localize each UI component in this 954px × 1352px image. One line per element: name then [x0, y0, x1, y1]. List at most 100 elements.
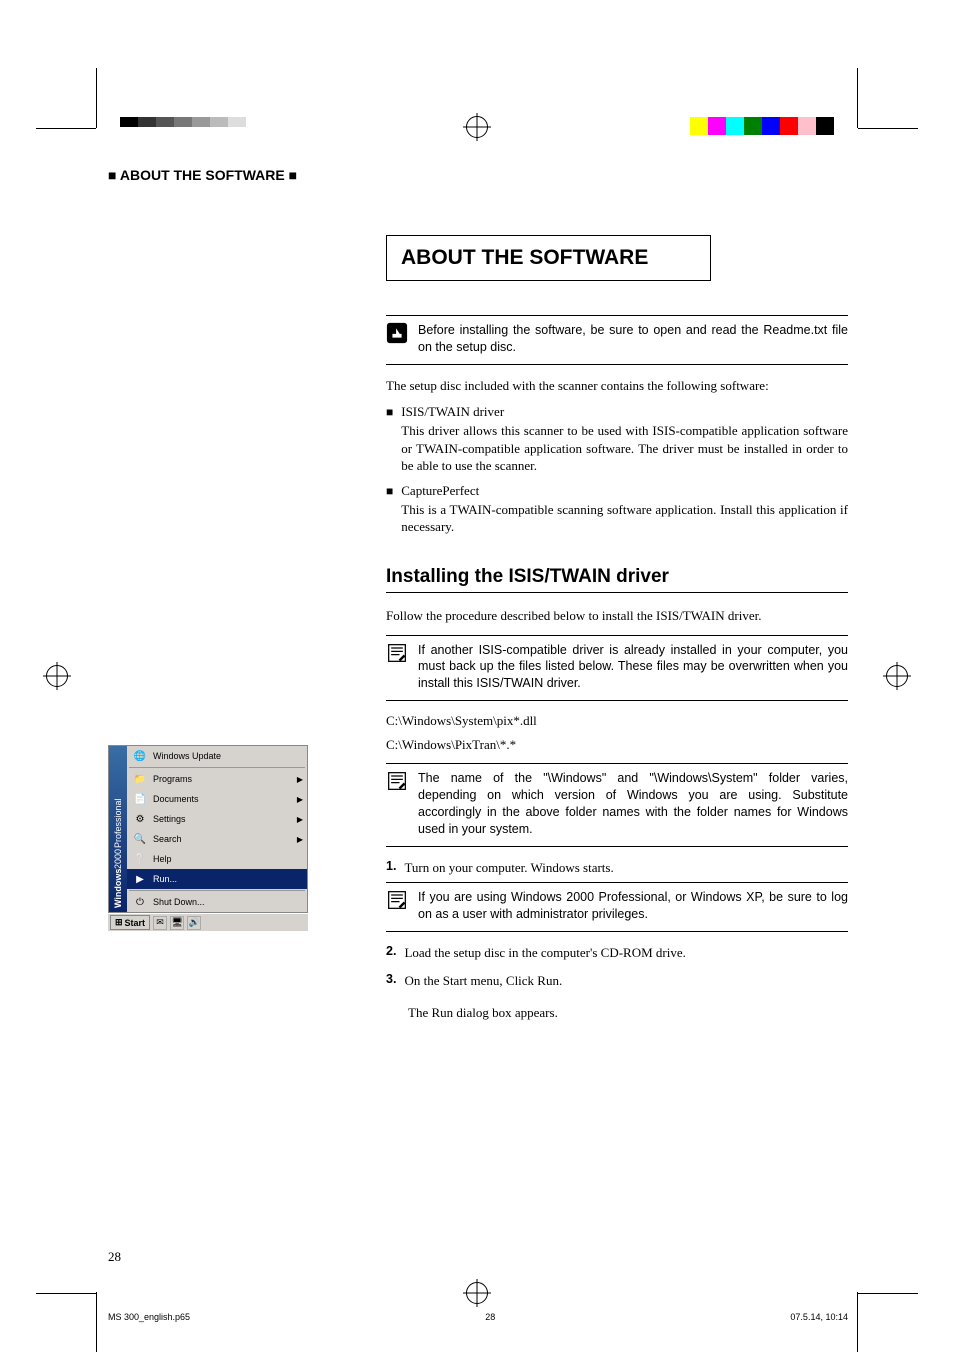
- grayscale-calibration-bar: [120, 117, 264, 127]
- crop-mark: [36, 128, 96, 129]
- start-menu-item[interactable]: 🌐 Windows Update: [127, 746, 307, 766]
- right-column: ABOUT THE SOFTWARE Before installing the…: [386, 235, 848, 1021]
- important-note-text: Before installing the software, be sure …: [418, 322, 848, 356]
- crop-mark: [857, 1292, 858, 1352]
- bullet-glyph: ■: [386, 404, 393, 475]
- menu-item-label: Help: [153, 854, 172, 864]
- result-text: The Run dialog box appears.: [408, 1005, 848, 1021]
- start-menu-screenshot: Windows 2000 Professional 🌐 Windows Updat…: [108, 745, 308, 931]
- tray-icon[interactable]: ✉: [153, 916, 167, 930]
- file-path: C:\Windows\System\pix*.dll: [386, 713, 848, 729]
- memo-note: The name of the "\Windows" and "\Windows…: [386, 763, 848, 847]
- menu-item-icon: ❔: [133, 852, 147, 866]
- file-path: C:\Windows\PixTran\*.*: [386, 737, 848, 753]
- color-calibration-bar: [690, 117, 834, 135]
- menu-item-label: Windows Update: [153, 751, 221, 761]
- footer-page: 28: [485, 1312, 495, 1322]
- crop-mark: [36, 1293, 96, 1294]
- start-menu-item[interactable]: 📁 Programs ▶: [127, 769, 307, 789]
- crop-mark: [858, 1293, 918, 1294]
- color-swatch: [744, 117, 762, 135]
- color-swatch: [780, 117, 798, 135]
- start-menu-item[interactable]: ▶ Run...: [127, 869, 307, 889]
- menu-item-icon: ▶: [133, 872, 147, 886]
- bullet-title: ISIS/TWAIN driver: [401, 404, 848, 420]
- menu-divider: [129, 890, 305, 891]
- tray-icon[interactable]: 🖥: [170, 916, 184, 930]
- color-swatch: [708, 117, 726, 135]
- memo-note-text: If another ISIS-compatible driver is alr…: [418, 642, 848, 693]
- color-swatch: [798, 117, 816, 135]
- footer-filename: MS 300_english.p65: [108, 1312, 190, 1322]
- color-swatch: [726, 117, 744, 135]
- start-menu-item[interactable]: 📄Documents▶: [127, 789, 307, 809]
- taskbar: ⊞ Start ✉ 🖥 🔊: [108, 913, 308, 931]
- menu-item-icon: 🔍: [133, 832, 147, 846]
- important-note: Before installing the software, be sure …: [386, 315, 848, 365]
- menu-item-icon: ⏻: [133, 895, 147, 909]
- registration-target-icon: [886, 665, 908, 687]
- stripe-2000: 2000: [113, 849, 123, 869]
- gray-swatch: [210, 117, 228, 127]
- bullet-glyph: ■: [386, 483, 393, 536]
- memo-icon: [386, 770, 408, 792]
- crop-mark: [96, 1292, 97, 1352]
- bullet-item: ■ ISIS/TWAIN driver This driver allows t…: [386, 404, 848, 475]
- subsection-intro: Follow the procedure described below to …: [386, 607, 848, 625]
- menu-item-label: Programs: [153, 774, 192, 784]
- page-content: ■ ABOUT THE SOFTWARE ■ Windows 2000 Prof…: [108, 145, 848, 1265]
- menu-item-icon: 🌐: [133, 749, 147, 763]
- memo-note: If another ISIS-compatible driver is alr…: [386, 635, 848, 702]
- start-menu-item[interactable]: ⏻ Shut Down...: [127, 892, 307, 912]
- step-text: Turn on your computer. Windows starts.: [404, 859, 613, 877]
- crop-mark: [857, 68, 858, 128]
- start-menu-stripe: Windows 2000 Professional: [109, 746, 127, 912]
- start-menu-item[interactable]: ❔ Help: [127, 849, 307, 869]
- running-head-text: ABOUT THE SOFTWARE: [120, 167, 285, 183]
- color-swatch: [762, 117, 780, 135]
- tray-icon[interactable]: 🔊: [187, 916, 201, 930]
- submenu-arrow-icon: ▶: [297, 835, 303, 844]
- start-menu-item[interactable]: 🔍Search▶: [127, 829, 307, 849]
- square-glyph: ■: [289, 167, 297, 183]
- stripe-professional: Professional: [113, 798, 123, 848]
- registration-target-icon: [466, 116, 488, 138]
- running-head: ■ ABOUT THE SOFTWARE ■: [108, 167, 848, 183]
- step-number: 3.: [386, 972, 396, 990]
- menu-item-label: Settings: [153, 814, 186, 824]
- menu-item-label: Documents: [153, 794, 199, 804]
- start-menu-item[interactable]: ⚙Settings▶: [127, 809, 307, 829]
- stripe-windows: Windows: [113, 869, 123, 908]
- step-text: On the Start menu, Click Run.: [404, 972, 562, 990]
- crop-mark: [96, 68, 97, 128]
- hand-point-icon: [386, 322, 408, 344]
- step-number: 1.: [386, 859, 396, 877]
- step-number: 2.: [386, 944, 396, 962]
- square-glyph: ■: [108, 167, 116, 183]
- gray-swatch: [228, 117, 246, 127]
- submenu-arrow-icon: ▶: [297, 775, 303, 784]
- memo-icon: [386, 889, 408, 911]
- gray-swatch: [192, 117, 210, 127]
- menu-item-label: Shut Down...: [153, 897, 205, 907]
- intro-paragraph: The setup disc included with the scanner…: [386, 377, 848, 395]
- footer-metadata: MS 300_english.p65 28 07.5.14, 10:14: [108, 1312, 848, 1322]
- gray-swatch: [156, 117, 174, 127]
- start-label: Start: [125, 918, 146, 928]
- memo-note: If you are using Windows 2000 Profession…: [386, 882, 848, 932]
- section-title: ABOUT THE SOFTWARE: [386, 235, 711, 281]
- menu-divider: [129, 767, 305, 768]
- memo-note-text: The name of the "\Windows" and "\Windows…: [418, 770, 848, 838]
- footer-datetime: 07.5.14, 10:14: [790, 1312, 848, 1322]
- menu-item-icon: 📁: [133, 772, 147, 786]
- gray-swatch: [138, 117, 156, 127]
- bullet-title: CapturePerfect: [401, 483, 848, 499]
- color-swatch: [816, 117, 834, 135]
- menu-item-label: Run...: [153, 874, 177, 884]
- submenu-arrow-icon: ▶: [297, 815, 303, 824]
- left-column: Windows 2000 Professional 🌐 Windows Updat…: [108, 235, 358, 1021]
- gray-swatch: [174, 117, 192, 127]
- start-button[interactable]: ⊞ Start: [110, 915, 150, 930]
- color-swatch: [690, 117, 708, 135]
- step-item: 1. Turn on your computer. Windows starts…: [386, 859, 848, 877]
